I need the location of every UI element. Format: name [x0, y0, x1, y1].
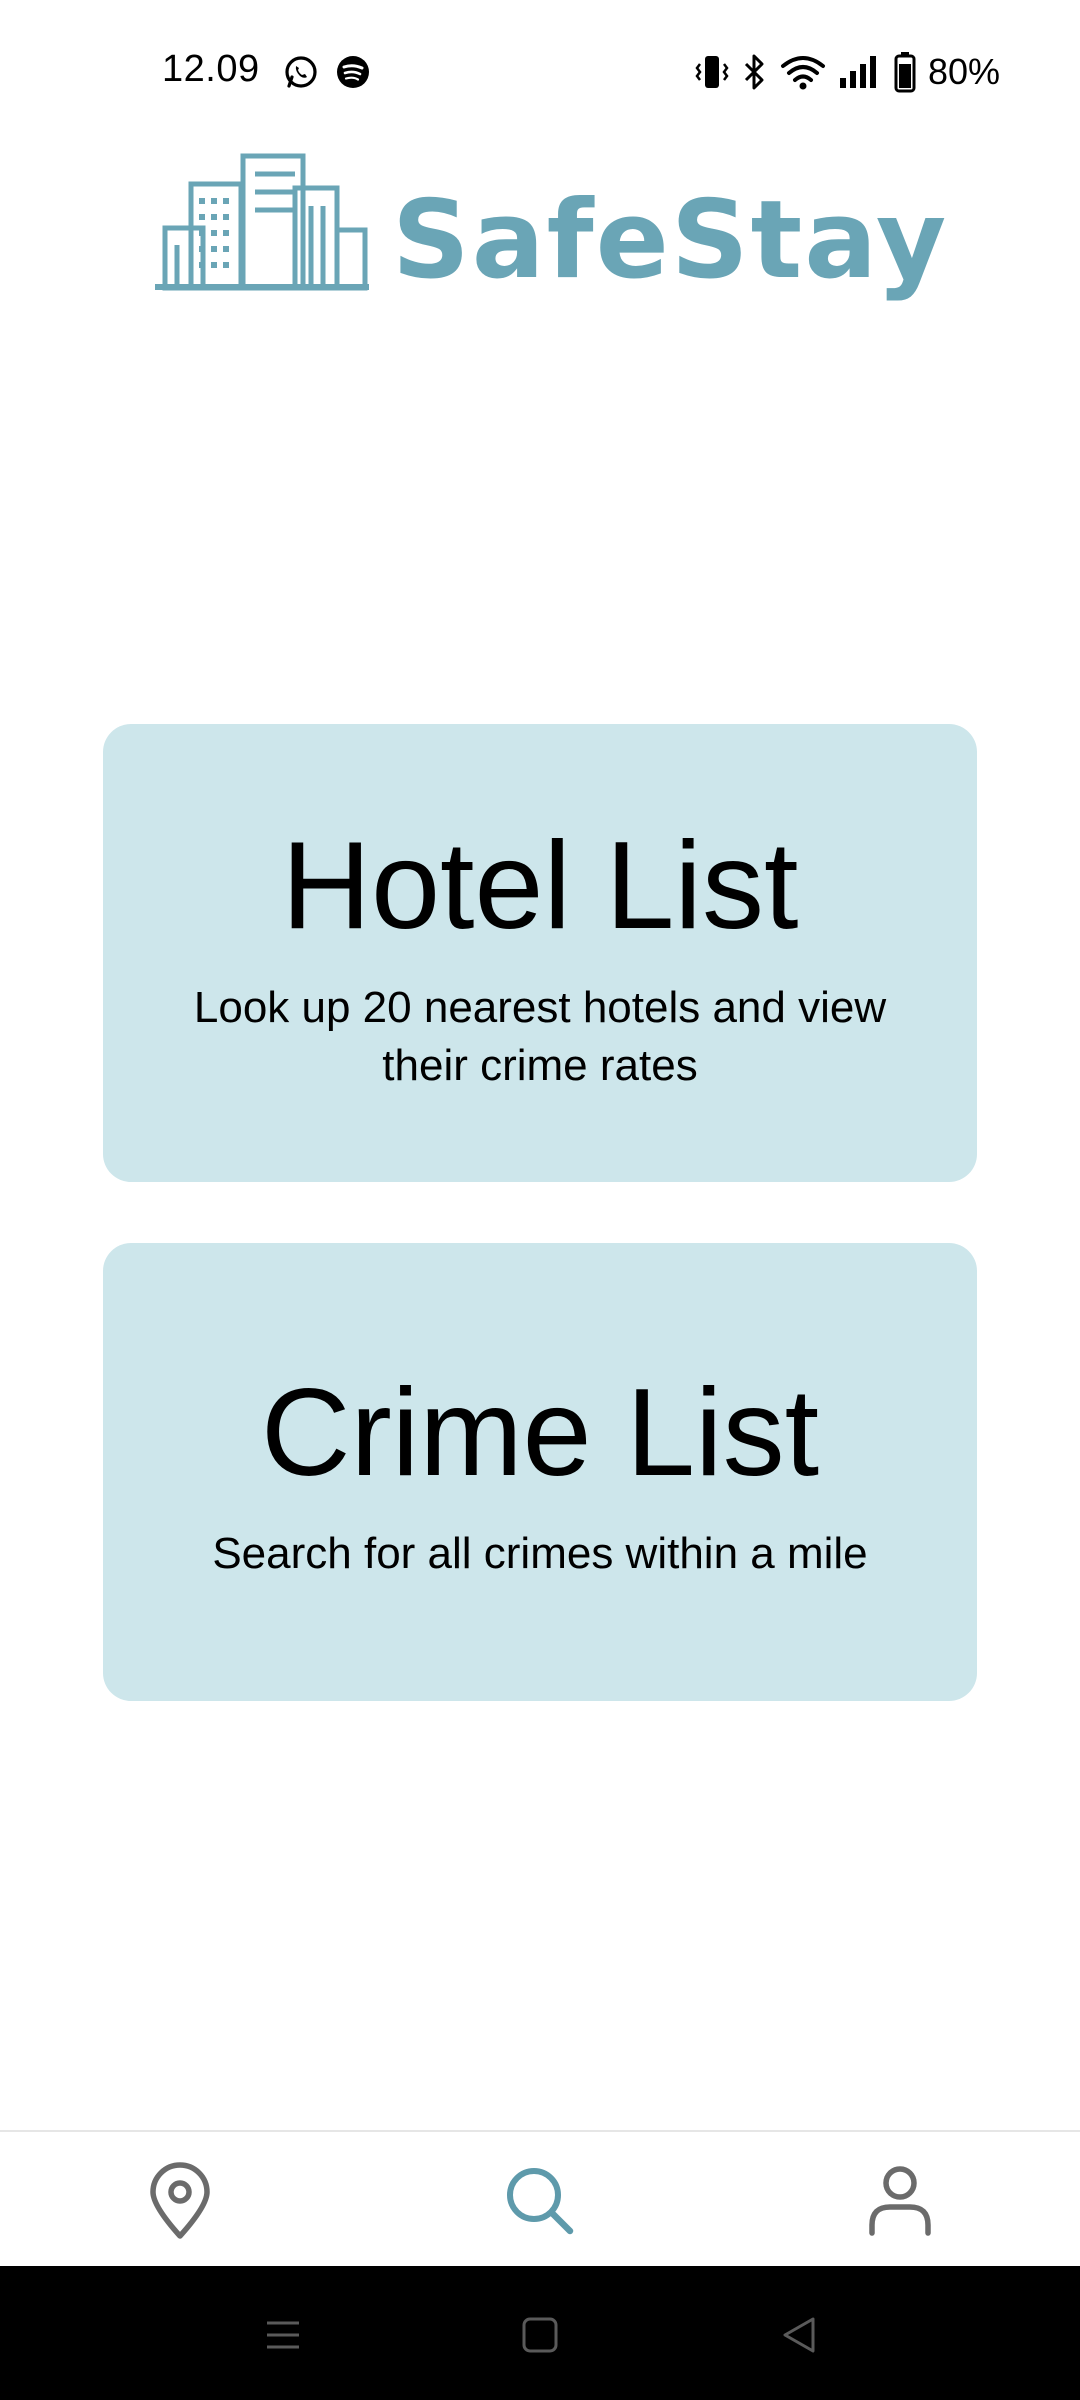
system-menu-button[interactable]	[248, 2300, 318, 2370]
crime-list-description: Search for all crimes within a mile	[212, 1529, 868, 1578]
crime-list-card[interactable]: Crime List Search for all crimes within …	[103, 1243, 977, 1701]
battery-percent: 80%	[927, 51, 1000, 92]
map-pin-icon	[150, 2162, 210, 2239]
nav-profile-button[interactable]	[840, 2146, 960, 2256]
nav-map-button[interactable]	[120, 2146, 240, 2256]
back-icon	[783, 2317, 815, 2353]
whatsapp-icon	[285, 56, 317, 88]
hotel-list-card[interactable]: Hotel List Look up 20 nearest hotels and…	[103, 724, 977, 1182]
search-icon	[507, 2168, 574, 2235]
home-icon	[522, 2317, 558, 2353]
hotel-list-description: Look up 20 nearest hotels and view their…	[193, 983, 887, 1090]
system-home-button[interactable]	[505, 2300, 575, 2370]
profile-icon	[869, 2166, 931, 2236]
bluetooth-icon	[742, 52, 768, 92]
vibrate-icon	[694, 52, 730, 92]
bottom-nav	[0, 2130, 1080, 2268]
logo-text: SafeStay	[392, 178, 949, 303]
system-back-button[interactable]	[764, 2300, 834, 2370]
menu-icon	[267, 2321, 299, 2349]
spotify-icon	[337, 56, 369, 88]
crime-list-title: Crime List	[260, 1364, 820, 1502]
battery-icon	[894, 52, 916, 93]
hotel-list-title: Hotel List	[281, 817, 799, 955]
wifi-icon	[780, 52, 826, 92]
signal-icon	[838, 52, 882, 92]
system-nav-bar	[0, 2266, 1080, 2400]
status-time: 12.09	[162, 48, 260, 90]
status-bar: 12.09 80%	[0, 0, 1080, 140]
nav-search-button[interactable]	[480, 2146, 600, 2256]
status-icons: 80%	[694, 48, 1000, 96]
